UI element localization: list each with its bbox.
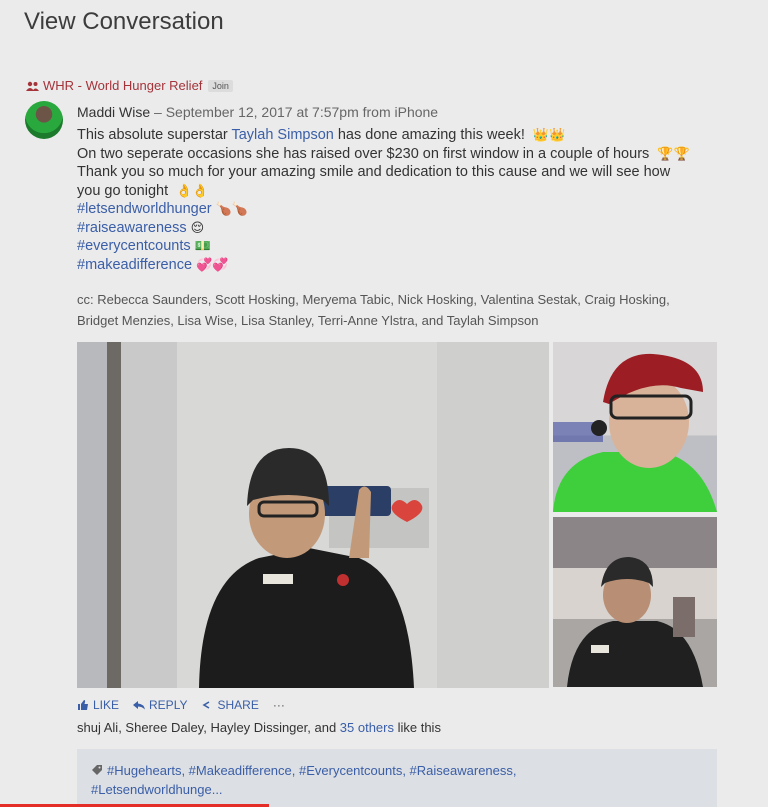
group-line: WHR - World Hunger Relief Join <box>26 78 233 93</box>
trophy-emoji: 🏆🏆 <box>657 145 690 161</box>
post-line-4: you go tonight 👌👌 <box>77 182 209 199</box>
likers-names: shuj Ali, Sheree Daley, Hayley Dissinger… <box>77 720 340 735</box>
reply-arrow-icon <box>133 701 146 710</box>
topics-line-2[interactable]: #Letsendworldhunge... <box>91 780 703 799</box>
attached-photo-3[interactable] <box>553 517 717 687</box>
share-button[interactable]: SHARE <box>201 698 259 712</box>
people-icon <box>26 81 39 91</box>
post-line-3: Thank you so much for your amazing smile… <box>77 164 671 180</box>
likes-summary: shuj Ali, Sheree Daley, Hayley Dissinger… <box>77 720 441 735</box>
hashtag-link[interactable]: #letsendworldhunger <box>77 201 212 217</box>
hearts-emoji: 💞💞 <box>196 256 229 272</box>
topics-box: #Hugehearts, #Makeadifference, #Everycen… <box>77 749 717 807</box>
author-avatar[interactable] <box>25 101 63 139</box>
post-header: Maddi Wise – September 12, 2017 at 7:57p… <box>77 104 438 120</box>
page-title: View Conversation <box>24 8 224 35</box>
post-body: This absolute superstar Taylah Simpson h… <box>77 126 717 274</box>
hashtag-link[interactable]: #makeadifference <box>77 257 192 273</box>
person-photo <box>199 448 429 688</box>
post-meta: – September 12, 2017 at 7:57pm from iPho… <box>150 104 439 120</box>
relieved-emoji: 😌 <box>190 219 205 235</box>
attached-photo-2[interactable] <box>553 342 717 512</box>
share-icon <box>202 701 210 709</box>
group-name-link[interactable]: WHR - World Hunger Relief <box>43 78 202 93</box>
crown-emoji: 👑👑 <box>532 127 566 142</box>
hashtag-line: #raiseawareness 😌 <box>77 219 717 238</box>
person-photo <box>567 557 703 687</box>
reply-button[interactable]: REPLY <box>133 698 187 712</box>
tag-icon <box>92 765 102 775</box>
author-name[interactable]: Maddi Wise <box>77 104 150 120</box>
topic-links[interactable]: #Hugehearts, #Makeadifference, #Everycen… <box>107 763 517 778</box>
join-button[interactable]: Join <box>208 79 233 92</box>
hashtag-line: #everycentcounts 💵 <box>77 237 717 256</box>
more-options-button[interactable]: ··· <box>273 698 285 712</box>
like-button[interactable]: LIKE <box>77 698 119 712</box>
hashtag-link[interactable]: #everycentcounts <box>77 238 191 254</box>
hashtag-line: #letsendworldhunger 🍗🍗 <box>77 200 717 219</box>
thumbs-up-icon <box>78 700 88 710</box>
drumstick-emoji: 🍗🍗 <box>215 201 248 216</box>
other-likers-link[interactable]: 35 others <box>340 720 394 735</box>
money-emoji: 💵 <box>194 238 211 253</box>
post-line-1: This absolute superstar Taylah Simpson h… <box>77 127 566 143</box>
person-photo <box>553 353 717 512</box>
mention-link[interactable]: Taylah Simpson <box>231 127 333 143</box>
post-actions: LIKE REPLY SHARE ··· <box>77 698 285 712</box>
hashtag-link[interactable]: #raiseawareness <box>77 220 187 236</box>
post-line-2: On two seperate occasions she has raised… <box>77 145 690 162</box>
topics-line-1: #Hugehearts, #Makeadifference, #Everycen… <box>91 761 703 780</box>
hashtag-line: #makeadifference 💞💞 <box>77 256 717 275</box>
attached-photo-main[interactable] <box>77 342 549 688</box>
cc-list: cc: Rebecca Saunders, Scott Hosking, Mer… <box>77 292 670 328</box>
ok-hand-emoji: 👌👌 <box>176 182 209 198</box>
